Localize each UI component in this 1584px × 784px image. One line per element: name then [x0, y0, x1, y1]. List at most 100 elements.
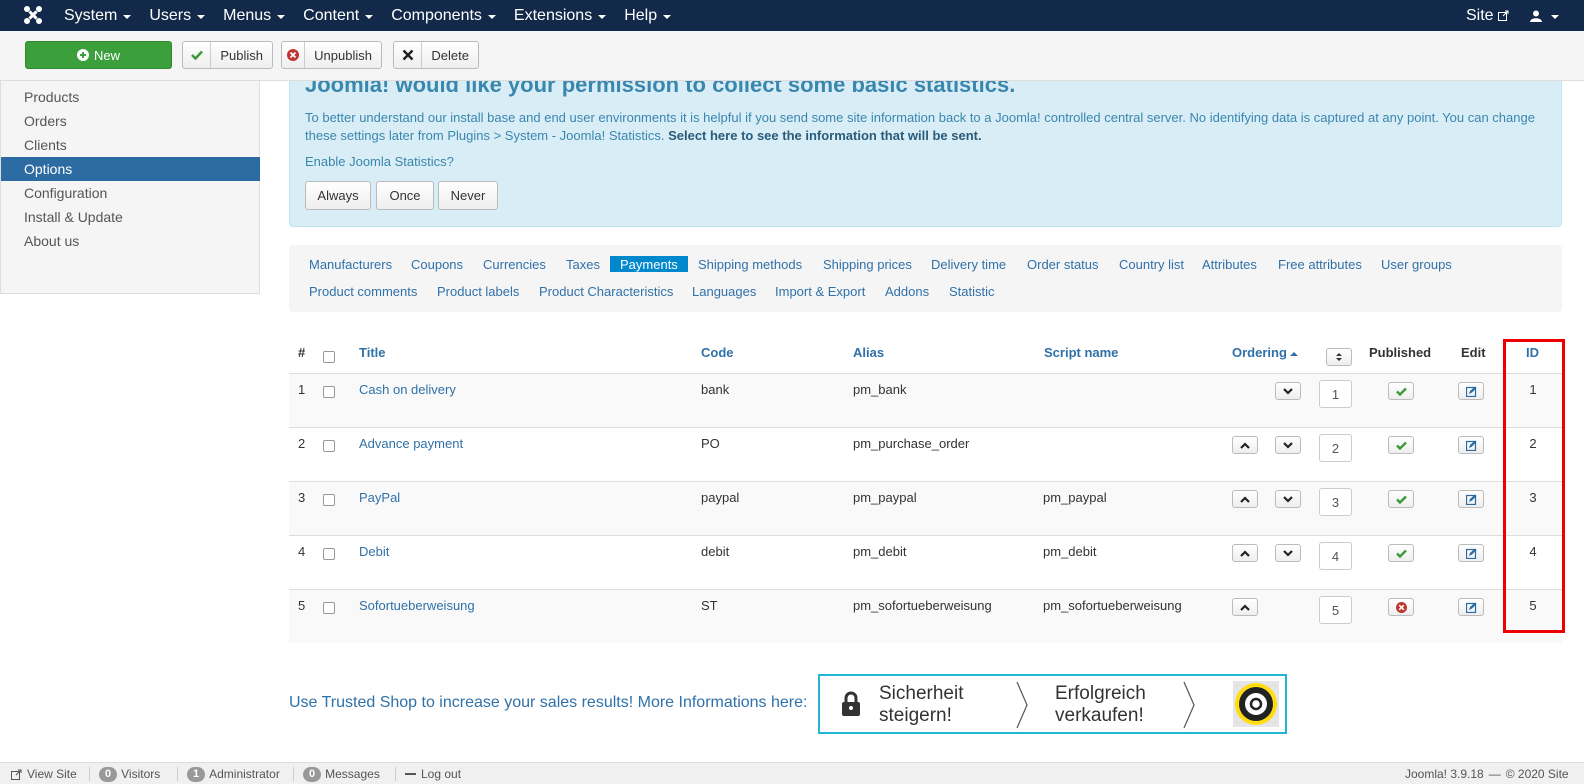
messages-indicator[interactable]: 0 Messages: [303, 763, 380, 784]
sidebar-item-about-us[interactable]: About us: [1, 229, 260, 253]
sidebar-item-install-update[interactable]: Install & Update: [1, 205, 260, 229]
row-checkbox[interactable]: [323, 602, 335, 614]
ordering-input[interactable]: 5: [1319, 596, 1352, 624]
tab-taxes[interactable]: Taxes: [556, 256, 610, 272]
tab-label: User groups: [1381, 256, 1452, 272]
row-checkbox[interactable]: [323, 548, 335, 560]
publish-toggle[interactable]: [1388, 544, 1414, 562]
tab-languages[interactable]: Languages: [682, 283, 766, 299]
sidebar-item-configuration[interactable]: Configuration: [1, 181, 260, 205]
tab-coupons[interactable]: Coupons: [401, 256, 473, 272]
tab-free-attributes[interactable]: Free attributes: [1268, 256, 1372, 272]
never-button[interactable]: Never: [438, 181, 498, 210]
menu-system[interactable]: System: [55, 0, 140, 31]
edit-button[interactable]: [1458, 490, 1484, 508]
column-header-script-name[interactable]: Script name: [1044, 345, 1118, 360]
site-link[interactable]: Site: [1466, 0, 1509, 31]
chevron-right-icon: [1016, 681, 1028, 729]
ordering-input[interactable]: 1: [1319, 380, 1352, 408]
lock-icon: [842, 691, 860, 716]
row-checkbox[interactable]: [323, 440, 335, 452]
sidebar-item-orders[interactable]: Orders: [1, 109, 260, 133]
tab-statistic[interactable]: Statistic: [939, 283, 1005, 299]
tab-user-groups[interactable]: User groups: [1371, 256, 1462, 272]
table-row: 3 PayPal paypal pm_paypal pm_paypal 3 3: [289, 481, 1562, 535]
row-checkbox[interactable]: [323, 494, 335, 506]
edit-button[interactable]: [1458, 436, 1484, 454]
save-order-button[interactable]: [1326, 348, 1352, 366]
menu-menus[interactable]: Menus: [214, 0, 294, 31]
table-row: 2 Advance payment PO pm_purchase_order 2 2: [289, 427, 1562, 481]
row-title-link[interactable]: Sofortueberweisung: [359, 598, 475, 613]
delete-button[interactable]: Delete: [393, 41, 479, 69]
tab-import-export[interactable]: Import & Export: [765, 283, 875, 299]
publish-toggle[interactable]: [1388, 382, 1414, 400]
tab-shipping-prices[interactable]: Shipping prices: [813, 256, 922, 272]
move-up-button[interactable]: [1232, 544, 1258, 562]
unpublish-toggle[interactable]: [1388, 598, 1414, 616]
select-all-checkbox[interactable]: [323, 351, 335, 363]
move-down-button[interactable]: [1275, 382, 1301, 400]
row-title-link[interactable]: Advance payment: [359, 436, 463, 451]
column-header-ordering[interactable]: Ordering: [1232, 345, 1298, 360]
publish-button[interactable]: Publish: [182, 41, 273, 69]
move-down-button[interactable]: [1275, 544, 1301, 562]
tab-shipping-methods[interactable]: Shipping methods: [688, 256, 812, 272]
column-header-title[interactable]: Title: [359, 345, 386, 360]
move-down-button[interactable]: [1275, 490, 1301, 508]
edit-button[interactable]: [1458, 382, 1484, 400]
column-header-code[interactable]: Code: [701, 345, 734, 360]
column-header-alias[interactable]: Alias: [853, 345, 884, 360]
menu-users[interactable]: Users: [140, 0, 214, 31]
tab-attributes[interactable]: Attributes: [1192, 256, 1267, 272]
ordering-input[interactable]: 2: [1319, 434, 1352, 462]
tab-order-status[interactable]: Order status: [1017, 256, 1109, 272]
tab-product-comments[interactable]: Product comments: [299, 283, 427, 299]
move-up-button[interactable]: [1232, 598, 1258, 616]
move-down-button[interactable]: [1275, 436, 1301, 454]
row-checkbox[interactable]: [323, 386, 335, 398]
ordering-input[interactable]: 4: [1319, 542, 1352, 570]
logout-link[interactable]: Log out: [405, 763, 461, 784]
tab-delivery-time[interactable]: Delivery time: [921, 256, 1016, 272]
menu-components[interactable]: Components: [382, 0, 505, 31]
edit-button[interactable]: [1458, 598, 1484, 616]
row-title-link[interactable]: PayPal: [359, 490, 400, 505]
joomla-logo-icon[interactable]: [23, 5, 43, 25]
sidebar-item-options[interactable]: Options: [1, 157, 260, 181]
publish-toggle[interactable]: [1388, 490, 1414, 508]
tab-payments[interactable]: Payments: [610, 256, 688, 272]
view-site-link[interactable]: View Site: [11, 763, 77, 784]
move-up-button[interactable]: [1232, 490, 1258, 508]
sidebar-item-products[interactable]: Products: [1, 85, 260, 109]
logout-label: Log out: [421, 767, 462, 781]
tab-currencies[interactable]: Currencies: [473, 256, 556, 272]
unpublish-button[interactable]: Unpublish: [281, 41, 382, 69]
row-title-link[interactable]: Debit: [359, 544, 389, 559]
trusted-shop-banner[interactable]: Sicherheit steigern! Erfolgreich verkaufen…: [818, 674, 1287, 734]
menu-help[interactable]: Help: [615, 0, 680, 31]
ordering-input[interactable]: 3: [1319, 488, 1352, 516]
tab-product-labels[interactable]: Product labels: [427, 283, 529, 299]
row-title-link[interactable]: Cash on delivery: [359, 382, 456, 397]
new-button[interactable]: New: [25, 41, 172, 69]
menu-extensions[interactable]: Extensions: [505, 0, 615, 31]
always-button[interactable]: Always: [305, 181, 371, 210]
tab-addons[interactable]: Addons: [875, 283, 939, 299]
move-up-button[interactable]: [1232, 436, 1258, 454]
user-menu[interactable]: [1530, 0, 1559, 31]
user-icon: [1530, 10, 1542, 22]
tab-country-list[interactable]: Country list: [1109, 256, 1194, 272]
menu-content[interactable]: Content: [294, 0, 382, 31]
tab-product-characteristics[interactable]: Product Characteristics: [529, 283, 683, 299]
tab-label: Country list: [1119, 256, 1185, 272]
external-link-icon: [1497, 10, 1509, 21]
once-button[interactable]: Once: [376, 181, 434, 210]
tab-manufacturers[interactable]: Manufacturers: [299, 256, 402, 272]
banner-line: Erfolgreich: [1055, 683, 1146, 704]
edit-button[interactable]: [1458, 544, 1484, 562]
publish-toggle[interactable]: [1388, 436, 1414, 454]
statistics-info-link[interactable]: Select here to see the information that …: [668, 128, 982, 143]
sidebar-item-clients[interactable]: Clients: [1, 133, 260, 157]
row-code: PO: [701, 436, 720, 451]
